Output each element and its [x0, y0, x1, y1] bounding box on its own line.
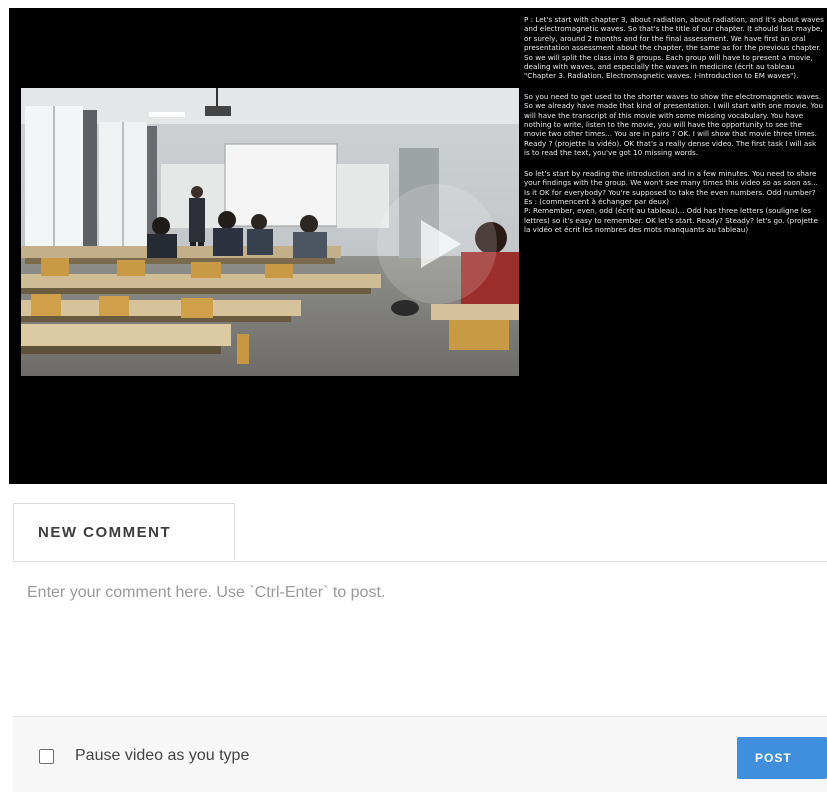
pause-video-checkbox[interactable]	[39, 749, 54, 764]
transcript-paragraph-1: P : Let's start with chapter 3, about ra…	[524, 15, 824, 81]
transcript-panel: P : Let's start with chapter 3, about ra…	[524, 15, 824, 475]
video-comment-page: P : Let's start with chapter 3, about ra…	[0, 0, 827, 792]
video-player[interactable]: P : Let's start with chapter 3, about ra…	[9, 8, 827, 484]
comment-input[interactable]	[13, 562, 827, 715]
transcript-paragraph-2: So you need to get used to the shorter w…	[524, 91, 824, 158]
tab-label: NEW COMMENT	[38, 524, 172, 541]
post-button[interactable]: POST	[737, 737, 827, 779]
comment-tabs: NEW COMMENT	[13, 503, 827, 562]
pause-video-label[interactable]: Pause video as you type	[75, 747, 249, 765]
comment-footer: Pause video as you type POST	[13, 716, 827, 792]
play-icon[interactable]	[421, 220, 461, 268]
transcript-paragraph-3: So let's start by reading the introducti…	[524, 168, 818, 235]
tab-new-comment[interactable]: NEW COMMENT	[13, 503, 235, 561]
